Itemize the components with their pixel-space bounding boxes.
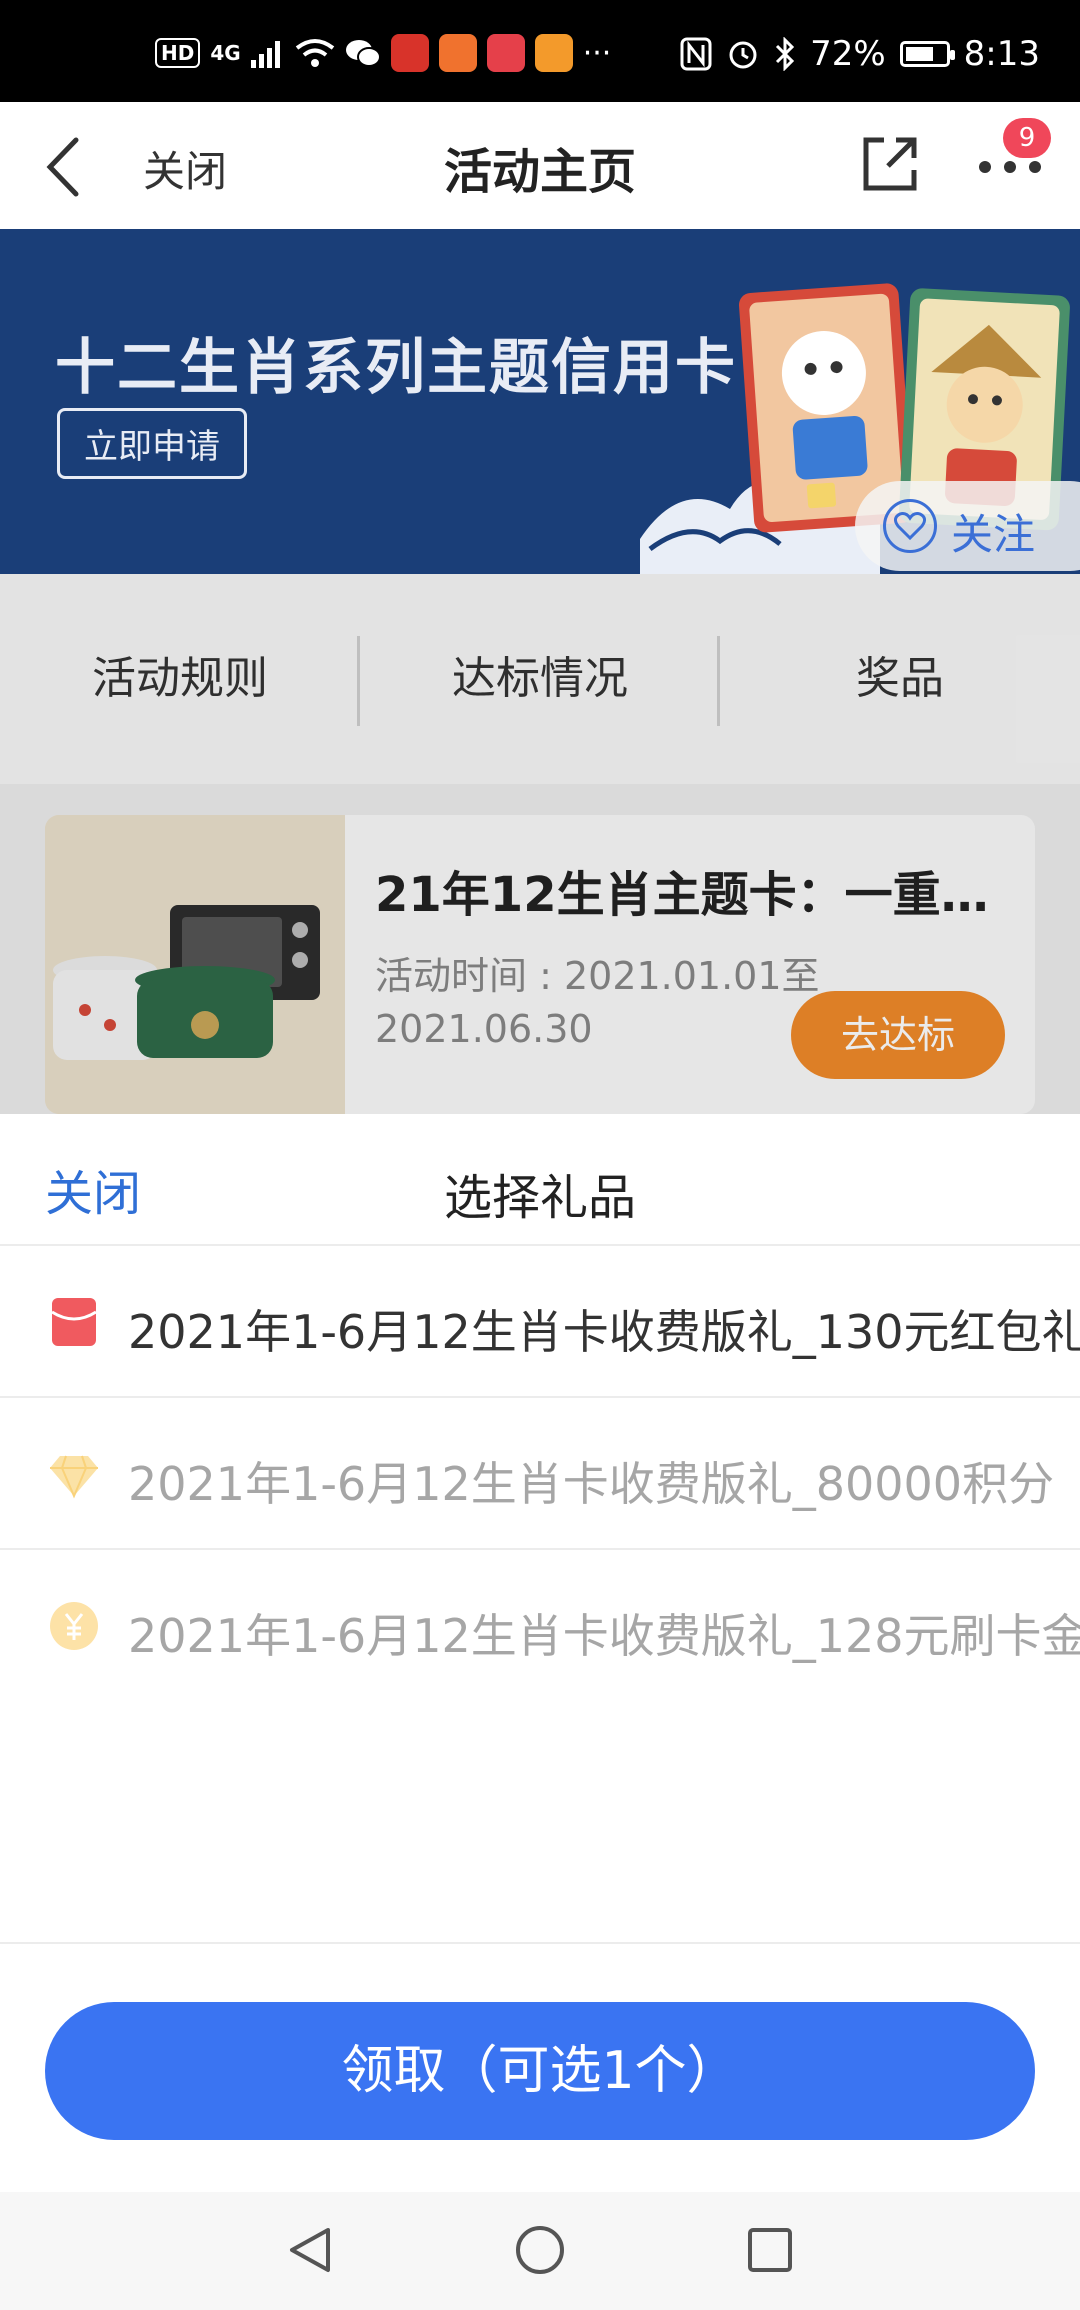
gift-label: 2021年1-6月12生肖卡收费版礼_130元红包礼 [128,1305,1080,1359]
gift-selection-sheet: 关闭 选择礼品 2021年1-6月12生肖卡收费版礼_130元红包礼 2021年… [0,1114,1080,2192]
banner-title: 十二生肖系列主题信用卡 [55,333,737,403]
diamond-icon [50,1455,98,1499]
hd-indicator: HD [155,38,201,68]
signal-icon [250,41,280,68]
notification-badge: 9 [1003,118,1051,158]
sheet-close-button[interactable]: 关闭 [45,1154,141,1224]
dim-overlay[interactable] [0,574,1080,1114]
follow-button[interactable]: 关注 [855,481,1080,571]
red-app-icon [390,34,429,72]
wifi-icon [295,39,334,67]
sheet-title: 选择礼品 [443,1170,636,1226]
promo-banner[interactable]: 十二生肖系列主题信用卡 立即申请 关注 [0,229,1080,574]
video-app-icon [534,34,573,72]
system-navigation-bar [0,2192,1080,2310]
share-icon[interactable] [858,132,922,196]
battery-percent: 72% [810,34,886,74]
apply-now-button[interactable]: 立即申请 [57,408,247,479]
heart-icon [883,499,937,553]
bluetooth-icon [776,37,795,71]
gift-label: 2021年1-6月12生肖卡收费版礼_128元刷卡金 [128,1609,1080,1663]
system-home-icon[interactable] [512,2222,568,2278]
network-type: 4G [210,41,241,65]
red-envelope-icon [51,1298,97,1346]
alarm-icon [729,41,757,69]
status-bar: HD 4G ··· 72% 8:13 [0,0,1080,102]
battery-icon [899,41,955,67]
orange-app-icon [438,34,477,72]
system-recents-icon[interactable] [742,2222,798,2278]
close-page-link[interactable]: 关闭 [143,138,227,199]
follow-label: 关注 [951,510,1036,559]
yen-coin-icon [50,1602,98,1650]
wechat-icon [345,40,381,67]
more-notifications: ··· [582,35,612,71]
gift-option-card-cash[interactable]: 2021年1-6月12生肖卡收费版礼_128元刷卡金 [0,1550,1080,1700]
gift-option-points[interactable]: 2021年1-6月12生肖卡收费版礼_80000积分 [0,1398,1080,1548]
system-back-icon[interactable] [282,2222,338,2278]
divider [0,1942,1080,1944]
back-arrow-icon[interactable] [40,132,90,202]
navigation-bar: 关闭 活动主页 9 [0,102,1080,229]
claim-button[interactable]: 领取（可选1个） [45,2002,1035,2140]
book-app-icon [486,34,525,72]
gift-label: 2021年1-6月12生肖卡收费版礼_80000积分 [128,1457,1055,1511]
gift-option-red-envelope[interactable]: 2021年1-6月12生肖卡收费版礼_130元红包礼 [0,1246,1080,1396]
clock: 8:13 [963,34,1040,74]
nfc-icon [680,37,712,71]
page-content-behind-sheet: 活动规则 达标情况 奖品 21年12生肖主题卡：一重… 活动时间 : 2021.… [0,574,1080,1114]
